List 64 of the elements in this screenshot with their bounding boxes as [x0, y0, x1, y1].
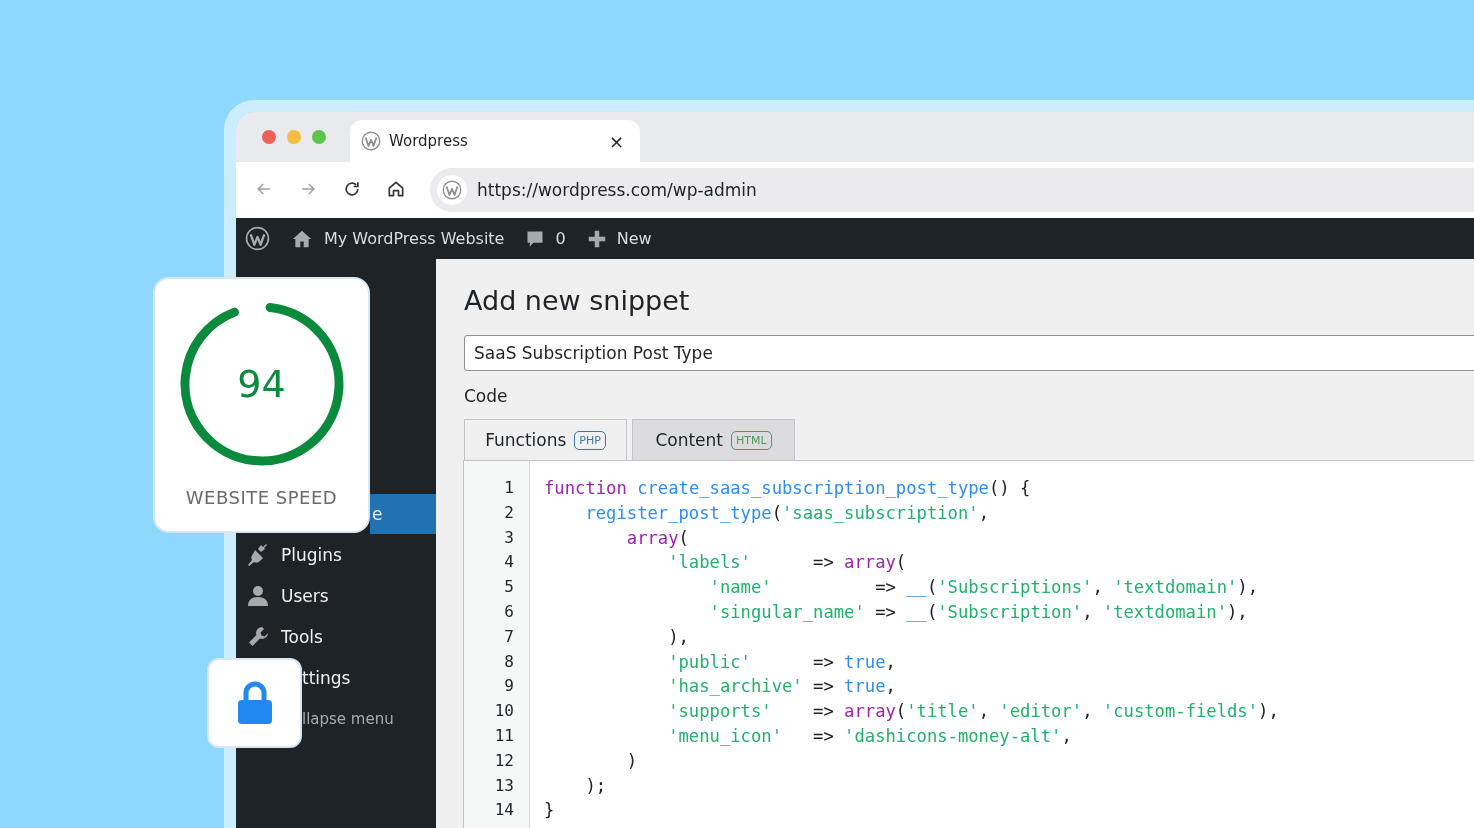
site-name-link[interactable]: My WordPress Website: [324, 229, 505, 248]
close-window-button[interactable]: [262, 130, 276, 144]
code-line: array(: [625, 526, 690, 550]
sidebar-item[interactable]: Tools: [236, 616, 436, 657]
code-line: 'has_archive' => true,: [667, 675, 897, 699]
code-label: Code: [464, 385, 509, 407]
address-bar[interactable]: https://wordpress.com/wp-admin: [430, 168, 1474, 212]
line-number: 11: [493, 724, 515, 747]
comment-count[interactable]: 0: [555, 229, 566, 248]
code-line: ),: [667, 625, 690, 649]
line-number: 3: [503, 526, 515, 549]
line-number: 9: [503, 675, 515, 698]
user-icon: [246, 583, 270, 608]
line-number: 1: [503, 477, 515, 499]
sidebar-item[interactable]: Plugins: [236, 534, 436, 575]
snippet-name-field[interactable]: SaaS Subscription Post Type: [464, 335, 1474, 371]
code-line: 'menu_icon' => 'dashicons-money-alt',: [667, 724, 1073, 748]
line-number: 6: [503, 601, 515, 623]
language-badge: HTML: [731, 430, 772, 450]
line-number: 2: [503, 501, 515, 524]
plus-icon[interactable]: [587, 229, 606, 248]
plug-icon: [246, 542, 270, 567]
code-line: register_post_type('saas_subscription',: [584, 501, 990, 525]
logo-icon: [442, 180, 462, 200]
minimize-window-button[interactable]: [287, 130, 301, 144]
score-label: WEBSITE SPEED: [185, 487, 338, 508]
line-number: 4: [503, 551, 515, 574]
sidebar-item[interactable]: llapse menu: [302, 698, 436, 739]
line-number: 7: [503, 625, 515, 648]
logo-icon: [361, 131, 381, 151]
line-number: 12: [493, 749, 515, 772]
code-editor[interactable]: [463, 460, 1474, 828]
code-line: 'public' => true,: [667, 650, 897, 674]
url-text: https://wordpress.com/wp-admin: [477, 180, 757, 200]
score-value: 94: [237, 362, 286, 406]
language-badge: PHP: [574, 430, 606, 450]
code-line: 'singular_name' => __('Subscription', 'textdomain'),: [708, 601, 1249, 624]
line-number: 10: [493, 700, 515, 723]
editor-tab[interactable]: Functions PHP: [464, 419, 627, 460]
browser-tab[interactable]: Wordpress ×: [350, 120, 640, 162]
code-line: );: [584, 774, 608, 798]
line-number: 5: [503, 576, 515, 599]
code-line: 'supports' => array('title', 'editor', 'custom-fields'),: [667, 700, 1279, 724]
code-line: 'labels' => array(: [667, 551, 908, 575]
logo-icon: [245, 226, 270, 251]
code-line: ): [625, 749, 639, 773]
tab-title: Wordpress: [389, 132, 469, 150]
line-number: 8: [503, 650, 515, 673]
sidebar-item[interactable]: Users: [236, 575, 436, 616]
maximize-window-button[interactable]: [312, 130, 326, 144]
comment-icon[interactable]: [526, 229, 545, 248]
wrench-icon: [246, 624, 270, 649]
sidebar-item[interactable]: ttings: [302, 657, 436, 698]
code-line: 'name' => __('Subscriptions', 'textdomain'),: [708, 576, 1260, 600]
page-title: Add new snippet: [464, 284, 691, 318]
line-number: 13: [493, 774, 515, 797]
code-line: }: [544, 799, 556, 823]
close-tab-button[interactable]: ×: [604, 130, 628, 152]
new-link[interactable]: New: [616, 229, 652, 248]
code-line: function create_saas_subscription_post_type() {: [544, 477, 1032, 500]
home-icon[interactable]: [292, 228, 312, 249]
sidebar-item[interactable]: e: [370, 494, 436, 534]
line-number: 14: [493, 799, 515, 822]
editor-tab[interactable]: Content HTML: [632, 419, 795, 460]
